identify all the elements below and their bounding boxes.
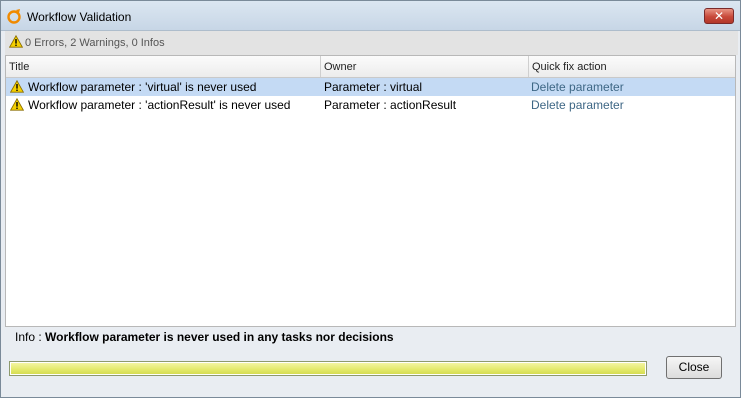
warning-icon — [9, 97, 25, 114]
info-message: Info : Workflow parameter is never used … — [15, 330, 394, 344]
row-title: Workflow parameter : 'actionResult' is n… — [28, 98, 291, 112]
validation-table: Title Owner Quick fix action Workflow pa… — [5, 55, 736, 327]
delete-parameter-link[interactable]: Delete parameter — [531, 96, 624, 114]
summary-text: 0 Errors, 2 Warnings, 0 Infos — [25, 37, 165, 49]
row-owner: Parameter : actionResult — [324, 98, 457, 112]
app-logo-icon — [6, 8, 22, 24]
warning-icon — [9, 79, 25, 96]
column-header-quick-fix[interactable]: Quick fix action — [529, 56, 735, 77]
title-bar[interactable]: Workflow Validation ✕ — [1, 1, 740, 31]
window-title: Workflow Validation — [27, 10, 132, 24]
info-prefix: Info : — [15, 330, 46, 344]
table-row[interactable]: Workflow parameter : 'actionResult' is n… — [6, 96, 735, 114]
column-header-title[interactable]: Title — [6, 56, 320, 77]
close-button[interactable]: Close — [666, 356, 722, 379]
validation-summary-bar: 0 Errors, 2 Warnings, 0 Infos — [5, 31, 738, 55]
row-owner: Parameter : virtual — [324, 80, 423, 94]
delete-parameter-link[interactable]: Delete parameter — [531, 78, 624, 96]
warning-icon — [8, 34, 24, 51]
info-text: Workflow parameter is never used in any … — [45, 330, 394, 344]
column-header-owner[interactable]: Owner — [321, 56, 529, 77]
window-close-button[interactable]: ✕ — [704, 8, 734, 24]
workflow-validation-dialog: Workflow Validation ✕ 0 Errors, 2 Warnin… — [0, 0, 741, 398]
validation-progress-bar — [9, 361, 647, 376]
table-header: Title Owner Quick fix action — [6, 56, 735, 78]
close-icon: ✕ — [713, 9, 725, 23]
table-row[interactable]: Workflow parameter : 'virtual' is never … — [6, 78, 735, 96]
row-title: Workflow parameter : 'virtual' is never … — [28, 80, 257, 94]
progress-fill — [11, 363, 645, 374]
